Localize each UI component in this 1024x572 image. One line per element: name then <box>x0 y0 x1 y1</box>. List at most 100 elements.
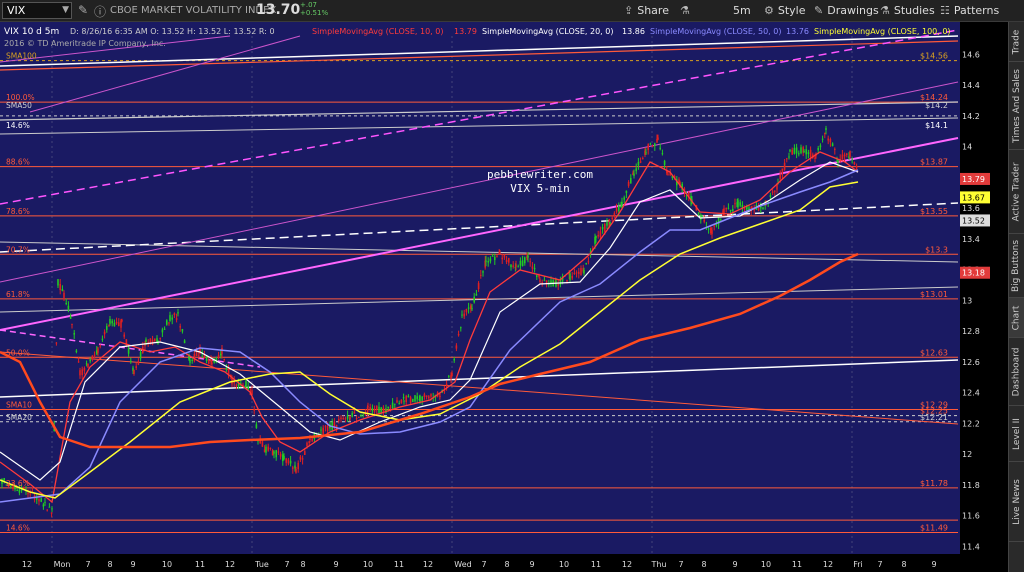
candle-body <box>713 225 715 227</box>
chevron-down-icon[interactable]: ▼ <box>62 3 69 18</box>
candle-body <box>87 363 89 368</box>
candle-body <box>512 265 514 267</box>
change-value: +.07 <box>300 1 317 9</box>
timeframe-button[interactable]: 5m <box>733 0 751 21</box>
candle-body <box>191 359 193 361</box>
candle-body <box>503 254 506 258</box>
candle-body <box>289 460 292 464</box>
side-tab-label: Chart <box>1011 305 1022 330</box>
chart-toolbar: VIX ▼ ✎ ⓘ CBOE MARKET VOLATILITY INDEX 1… <box>0 0 1024 22</box>
candle-body <box>91 355 94 359</box>
candle-body <box>510 264 512 268</box>
level-label-left: 14.6% <box>6 121 30 130</box>
candle-body <box>373 409 376 412</box>
side-tab-times-and-sales[interactable]: Times And Sales <box>1009 62 1024 150</box>
side-tab-chart[interactable]: Chart <box>1009 298 1024 338</box>
link-icon[interactable]: ✎ <box>78 3 88 17</box>
level-label-right: $14.56 <box>920 52 948 61</box>
symbol-input[interactable]: VIX ▼ <box>2 2 72 19</box>
candle-body <box>482 271 484 273</box>
side-tab-big-buttons[interactable]: Big Buttons <box>1009 234 1024 298</box>
studies-icon: ⚗ <box>880 4 890 17</box>
candle-body <box>324 426 327 428</box>
x-tick-label: 11 <box>195 560 205 569</box>
candle-body <box>115 321 118 324</box>
candle-body <box>351 412 353 417</box>
candle-body <box>637 161 640 166</box>
side-tab-label: Big Buttons <box>1011 239 1022 292</box>
x-tick-label: 11 <box>591 560 601 569</box>
level-label-right: $14.2 <box>925 101 948 110</box>
candle-body <box>85 363 88 365</box>
candle-body <box>161 329 164 333</box>
candle-body <box>247 386 249 390</box>
candle-body <box>267 446 269 451</box>
side-tab-level-ii[interactable]: Level II <box>1009 406 1024 462</box>
candle-body <box>485 260 487 262</box>
studies-button[interactable]: ⚗ Studies <box>880 0 935 21</box>
study-label: SimpleMovingAvg (CLOSE, 10, 0) <box>312 27 443 36</box>
y-tick-label: 12.8 <box>962 327 980 336</box>
candle-body <box>841 154 844 160</box>
candle-body <box>843 154 846 157</box>
candle-body <box>195 351 198 356</box>
candle-body <box>621 202 623 206</box>
x-tick-label: 12 <box>423 560 433 569</box>
candle-body <box>61 289 64 291</box>
side-tab-live-news[interactable]: Live News <box>1009 462 1024 542</box>
y-tick-label: 14.6 <box>962 50 980 59</box>
time-axis <box>0 554 960 572</box>
price-chart[interactable]: pebblewriter.com VIX 5-min VIX 10 d 5m D: 8… <box>0 22 1008 572</box>
candle-body <box>803 150 805 152</box>
candle-body <box>521 260 524 267</box>
candle-body <box>304 451 306 455</box>
candle-body <box>311 438 313 442</box>
candle-body <box>181 329 184 332</box>
candle-body <box>475 293 478 296</box>
candle-body <box>211 363 213 365</box>
info-icon[interactable]: ⓘ <box>94 3 106 20</box>
side-tab-label: Dashboard <box>1011 347 1022 396</box>
x-tick-label: 8 <box>107 560 112 569</box>
candle-body <box>154 338 156 342</box>
price-change: +.07 +0.51% <box>300 1 328 17</box>
candle-body <box>306 442 308 447</box>
candle-body <box>508 258 510 263</box>
candle-body <box>817 148 819 151</box>
candle-body <box>400 399 403 404</box>
candle-body <box>42 504 45 507</box>
side-tab-trade[interactable]: Trade <box>1009 22 1024 62</box>
candle-body <box>539 279 541 283</box>
x-tick-label: Wed <box>454 560 471 569</box>
x-tick-label: Fri <box>853 560 863 569</box>
candle-body <box>613 212 616 216</box>
drawings-button[interactable]: ✎ Drawings <box>814 0 879 21</box>
candle-body <box>615 208 618 212</box>
candle-body <box>111 320 113 324</box>
chart-canvas[interactable]: pebblewriter.comVIX 5-min VIX 10 d 5m D: 8… <box>0 22 1008 572</box>
patterns-button[interactable]: ☷ Patterns <box>940 0 999 21</box>
candle-body <box>168 322 170 324</box>
x-tick-label: 7 <box>284 560 289 569</box>
sma50-line <box>0 169 859 503</box>
side-tab-dashboard[interactable]: Dashboard <box>1009 338 1024 406</box>
price-tag: 13.67 <box>962 193 985 202</box>
candle-body <box>618 205 620 212</box>
x-tick-label: 11 <box>394 560 404 569</box>
candle-body <box>771 191 774 194</box>
candle-body <box>217 354 220 357</box>
flask-button[interactable]: ⚗ <box>680 0 694 21</box>
candle-body <box>344 418 347 420</box>
share-button[interactable]: ⇪ Share <box>624 0 669 21</box>
style-button[interactable]: ⚙ Style <box>764 0 806 21</box>
copyright-text: 2016 © TD Ameritrade IP Company, Inc. <box>4 39 166 48</box>
level-label-left: 78.6% <box>6 207 30 216</box>
side-tab-active-trader[interactable]: Active Trader <box>1009 150 1024 234</box>
candle-body <box>642 158 644 160</box>
candle-body <box>463 313 465 317</box>
level-label-left: 23.6% <box>6 479 30 488</box>
candle-body <box>81 369 83 376</box>
studies-label: Studies <box>893 4 935 17</box>
candle-body <box>409 397 412 403</box>
candle-body <box>477 283 480 290</box>
